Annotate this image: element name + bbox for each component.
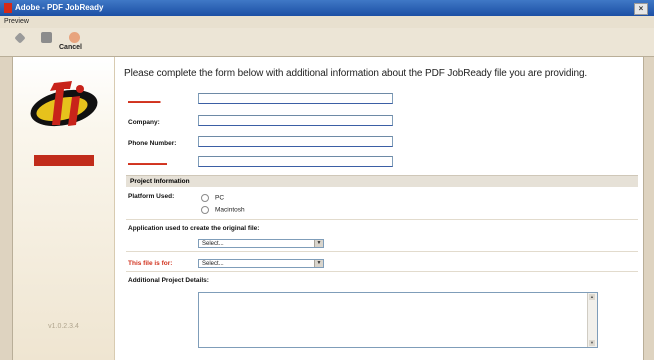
stop-icon xyxy=(40,32,52,43)
textarea-scrollbar[interactable]: ▲ ▼ xyxy=(587,293,597,347)
red-sidebar-button[interactable] xyxy=(34,155,94,166)
back-button[interactable] xyxy=(7,30,33,54)
name-field[interactable] xyxy=(198,93,393,104)
email-field[interactable] xyxy=(198,156,393,167)
file-for-select-value: Select... xyxy=(202,261,224,267)
divider xyxy=(126,219,638,220)
required-label-2: ▬▬▬▬▬▬ xyxy=(128,160,167,167)
adobe-app-icon xyxy=(4,3,12,13)
close-button[interactable]: × xyxy=(634,3,648,15)
cancel-label: Cancel xyxy=(59,44,82,51)
cancel-button[interactable]: Cancel xyxy=(59,30,89,54)
main-content: v1.0.2.3.4 Please complete the form belo… xyxy=(12,57,644,360)
window-title: Adobe - PDF JobReady xyxy=(15,3,104,12)
phone-field[interactable] xyxy=(198,136,393,147)
platform-label: Platform Used: xyxy=(128,193,175,200)
details-textarea[interactable]: ▲ ▼ xyxy=(198,292,598,348)
scroll-up-icon[interactable]: ▲ xyxy=(589,294,595,300)
menu-item-preview[interactable]: Preview xyxy=(4,16,29,28)
divider xyxy=(126,271,638,272)
back-arrow-icon xyxy=(14,32,26,44)
radio-button-icon xyxy=(201,194,209,202)
radio-pc-label: PC xyxy=(215,194,225,202)
application-select[interactable]: Select... ▼ xyxy=(198,239,324,248)
radio-pc[interactable]: PC xyxy=(201,194,224,202)
toolbar: Cancel xyxy=(0,28,654,57)
left-pane: v1.0.2.3.4 xyxy=(13,57,115,360)
intro-text: Please complete the form below with addi… xyxy=(124,68,588,79)
radio-macintosh-label: Macintosh xyxy=(215,206,245,214)
company-field[interactable] xyxy=(198,115,393,126)
stop-button[interactable] xyxy=(33,30,59,54)
required-label-1: ▬▬▬▬▬ xyxy=(128,98,161,105)
details-label: Additional Project Details: xyxy=(128,277,209,284)
scroll-down-icon[interactable]: ▼ xyxy=(589,340,595,346)
radio-button-icon xyxy=(201,206,209,214)
radio-macintosh[interactable]: Macintosh xyxy=(201,206,245,214)
chevron-down-icon: ▼ xyxy=(314,240,323,247)
version-text: v1.0.2.3.4 xyxy=(48,323,79,330)
file-for-select[interactable]: Select... ▼ xyxy=(198,259,324,268)
phone-label: Phone Number: xyxy=(128,140,177,147)
cancel-icon xyxy=(68,32,80,43)
company-label: Company: xyxy=(128,119,160,126)
title-bar: Adobe - PDF JobReady × xyxy=(0,0,654,16)
application-label: Application used to create the original … xyxy=(128,225,260,232)
chevron-down-icon: ▼ xyxy=(314,260,323,267)
project-information-header: Project Information xyxy=(126,175,638,187)
menu-bar: Preview xyxy=(0,16,654,28)
jobready-logo xyxy=(30,81,98,127)
file-for-label: This file is for: xyxy=(128,260,173,267)
divider xyxy=(126,251,638,252)
application-select-value: Select... xyxy=(202,241,224,247)
